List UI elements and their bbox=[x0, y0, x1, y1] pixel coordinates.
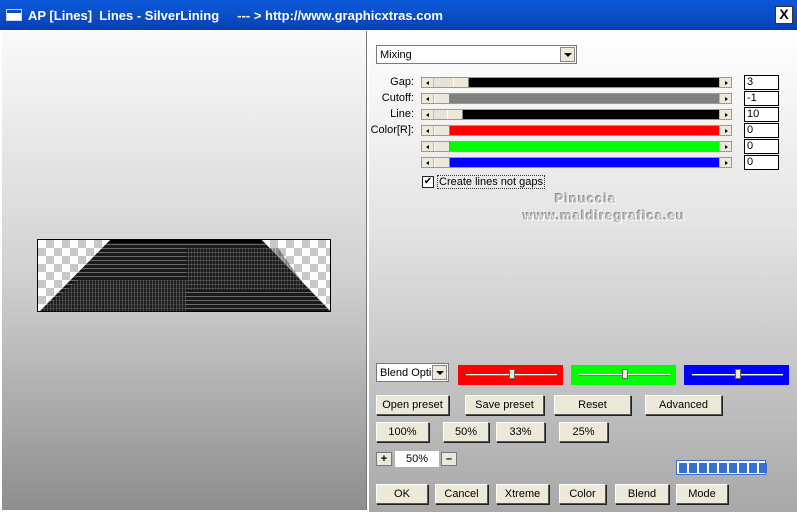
preview-pane bbox=[2, 31, 367, 510]
arrow-left-icon[interactable] bbox=[422, 142, 434, 151]
open-preset-button[interactable]: Open preset bbox=[376, 395, 449, 415]
title-bar: AP [Lines] Lines - SilverLining --- > ht… bbox=[0, 0, 797, 30]
progress-segment bbox=[699, 463, 707, 473]
slider-track[interactable] bbox=[421, 93, 732, 104]
mode-button[interactable]: Mode bbox=[676, 484, 728, 504]
slider-track[interactable] bbox=[421, 77, 732, 88]
slider-value-input[interactable]: 0 bbox=[744, 139, 779, 154]
slider-label: Cutoff: bbox=[381, 92, 414, 104]
create-lines-label[interactable]: Create lines not gaps bbox=[437, 175, 545, 189]
blend-options-value: Blend Optio bbox=[380, 367, 434, 379]
zoom-25-percent-button[interactable]: 25% bbox=[559, 422, 608, 442]
progress-segment bbox=[759, 463, 767, 473]
slider-fill bbox=[469, 78, 719, 87]
app-window-icon bbox=[6, 9, 22, 21]
progress-segment bbox=[709, 463, 717, 473]
progress-segment bbox=[689, 463, 697, 473]
cancel-button[interactable]: Cancel bbox=[435, 484, 488, 504]
slider-fill bbox=[450, 126, 719, 135]
color-slider-panel[interactable] bbox=[571, 365, 676, 385]
advanced-button[interactable]: Advanced bbox=[645, 395, 722, 415]
slider-label: Gap: bbox=[390, 76, 414, 88]
slider-track[interactable] bbox=[421, 125, 732, 136]
slider-track[interactable] bbox=[421, 141, 732, 152]
progress-segment bbox=[739, 463, 747, 473]
slider-thumb[interactable] bbox=[447, 110, 463, 119]
slider-label: Line: bbox=[390, 108, 414, 120]
preview-image[interactable] bbox=[37, 239, 331, 312]
progress-segment bbox=[679, 463, 687, 473]
slider-value-input[interactable]: 10 bbox=[744, 107, 779, 122]
slider-thumb[interactable] bbox=[434, 158, 450, 167]
chevron-down-icon[interactable] bbox=[432, 365, 447, 380]
close-button[interactable]: X bbox=[775, 6, 793, 24]
zoom-out-button[interactable]: – bbox=[441, 452, 457, 466]
blend-button[interactable]: Blend bbox=[615, 484, 669, 504]
slider-value-input[interactable]: 0 bbox=[744, 155, 779, 170]
mode-dropdown[interactable]: Mixing bbox=[376, 45, 577, 64]
save-preset-button[interactable]: Save preset bbox=[465, 395, 544, 415]
color-slider-panel[interactable] bbox=[458, 365, 563, 385]
zoom-value: 50% bbox=[395, 451, 439, 467]
slider-fill bbox=[450, 94, 719, 103]
arrow-left-icon[interactable] bbox=[422, 126, 434, 135]
ok-button[interactable]: OK bbox=[376, 484, 428, 504]
slider-thumb[interactable] bbox=[434, 94, 450, 103]
zoom-33-percent-button[interactable]: 33% bbox=[496, 422, 545, 442]
progress-indicator bbox=[676, 460, 767, 475]
window-title: AP [Lines] Lines - SilverLining --- > ht… bbox=[28, 8, 443, 23]
slider-track[interactable] bbox=[421, 109, 732, 120]
progress-segment bbox=[719, 463, 727, 473]
preview-lines-graphic bbox=[39, 240, 330, 311]
color-slider-thumb[interactable] bbox=[509, 369, 515, 379]
arrow-left-icon[interactable] bbox=[422, 110, 434, 119]
arrow-right-icon[interactable] bbox=[719, 110, 731, 119]
color-slider-panel[interactable] bbox=[684, 365, 789, 385]
slider-value-input[interactable]: 0 bbox=[744, 123, 779, 138]
arrow-left-icon[interactable] bbox=[422, 158, 434, 167]
slider-thumb[interactable] bbox=[434, 126, 450, 135]
arrow-left-icon[interactable] bbox=[422, 94, 434, 103]
slider-fill bbox=[450, 158, 719, 167]
zoom-100-percent-button[interactable]: 100% bbox=[376, 422, 429, 442]
color-slider-thumb[interactable] bbox=[622, 369, 628, 379]
color-button[interactable]: Color bbox=[559, 484, 606, 504]
zoom-50-percent-button[interactable]: 50% bbox=[443, 422, 489, 442]
arrow-right-icon[interactable] bbox=[719, 126, 731, 135]
arrow-right-icon[interactable] bbox=[719, 94, 731, 103]
mode-dropdown-value: Mixing bbox=[380, 49, 412, 61]
slider-value-input[interactable]: 3 bbox=[744, 75, 779, 90]
arrow-right-icon[interactable] bbox=[719, 78, 731, 87]
controls-pane: Mixing Gap: 3 Cutoff: -1 Line: 10 Color[R]: 0 0 0… bbox=[369, 31, 797, 512]
create-lines-checkbox[interactable]: ✔ bbox=[422, 176, 434, 188]
arrow-right-icon[interactable] bbox=[719, 142, 731, 151]
xtreme-button[interactable]: Xtreme bbox=[496, 484, 549, 504]
watermark-url: www.maldiregrafica.eu bbox=[523, 208, 686, 223]
slider-value-input[interactable]: -1 bbox=[744, 91, 779, 106]
slider-thumb[interactable] bbox=[434, 142, 450, 151]
arrow-left-icon[interactable] bbox=[422, 78, 434, 87]
color-slider-thumb[interactable] bbox=[735, 369, 741, 379]
slider-fill bbox=[450, 142, 719, 151]
reset-button[interactable]: Reset bbox=[554, 395, 631, 415]
progress-segment bbox=[729, 463, 737, 473]
slider-label: Color[R]: bbox=[370, 124, 414, 136]
watermark-name: Pinuccia bbox=[555, 191, 617, 206]
slider-track[interactable] bbox=[421, 157, 732, 168]
blend-options-dropdown[interactable]: Blend Optio bbox=[376, 363, 449, 382]
slider-thumb[interactable] bbox=[453, 78, 469, 87]
progress-segment bbox=[749, 463, 757, 473]
arrow-right-icon[interactable] bbox=[719, 158, 731, 167]
zoom-in-button[interactable]: + bbox=[376, 452, 392, 466]
slider-fill bbox=[463, 110, 719, 119]
chevron-down-icon[interactable] bbox=[560, 47, 575, 62]
